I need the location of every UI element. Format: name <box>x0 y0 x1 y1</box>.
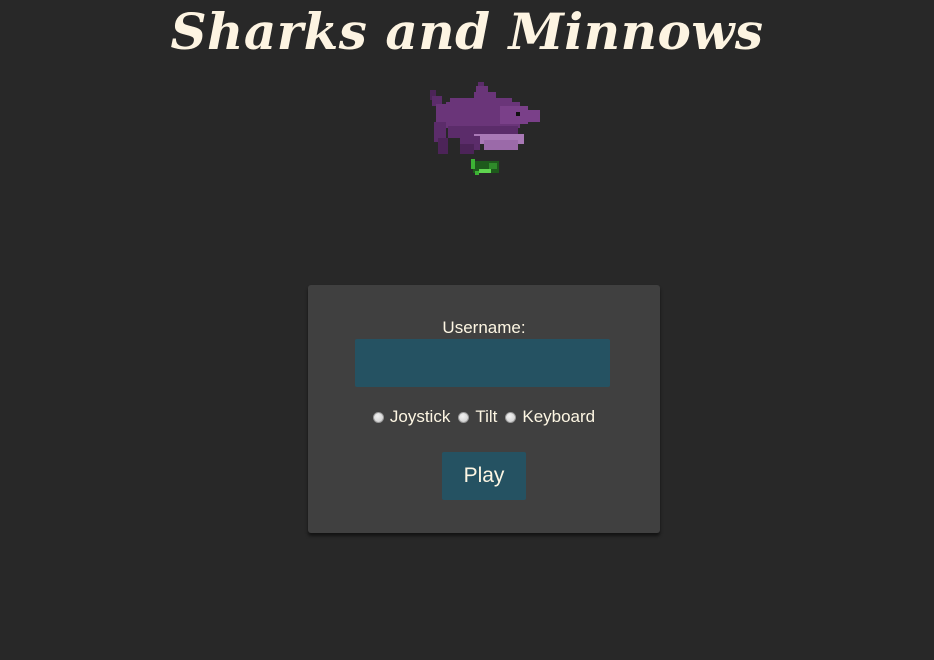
page-title: Sharks and Minnows <box>170 2 764 61</box>
keyboard-radio[interactable] <box>505 411 517 423</box>
play-button[interactable]: Play <box>442 452 526 500</box>
login-panel: Username: Joystick Tilt Keyboard Play <box>308 285 660 533</box>
tilt-radio[interactable] <box>458 411 470 423</box>
control-options: Joystick Tilt Keyboard <box>308 407 660 427</box>
minnow-icon <box>471 159 499 175</box>
keyboard-label: Keyboard <box>522 407 596 426</box>
joystick-radio[interactable] <box>372 411 384 423</box>
tilt-label: Tilt <box>475 407 498 426</box>
username-label: Username: <box>442 318 526 337</box>
control-option-joystick[interactable]: Joystick <box>372 407 451 427</box>
page: Sharks and Minnows Username: Joystick Ti… <box>0 0 934 660</box>
joystick-label: Joystick <box>389 407 451 426</box>
control-option-tilt[interactable]: Tilt <box>458 407 497 427</box>
username-input[interactable] <box>355 339 610 387</box>
control-option-keyboard[interactable]: Keyboard <box>505 407 595 427</box>
